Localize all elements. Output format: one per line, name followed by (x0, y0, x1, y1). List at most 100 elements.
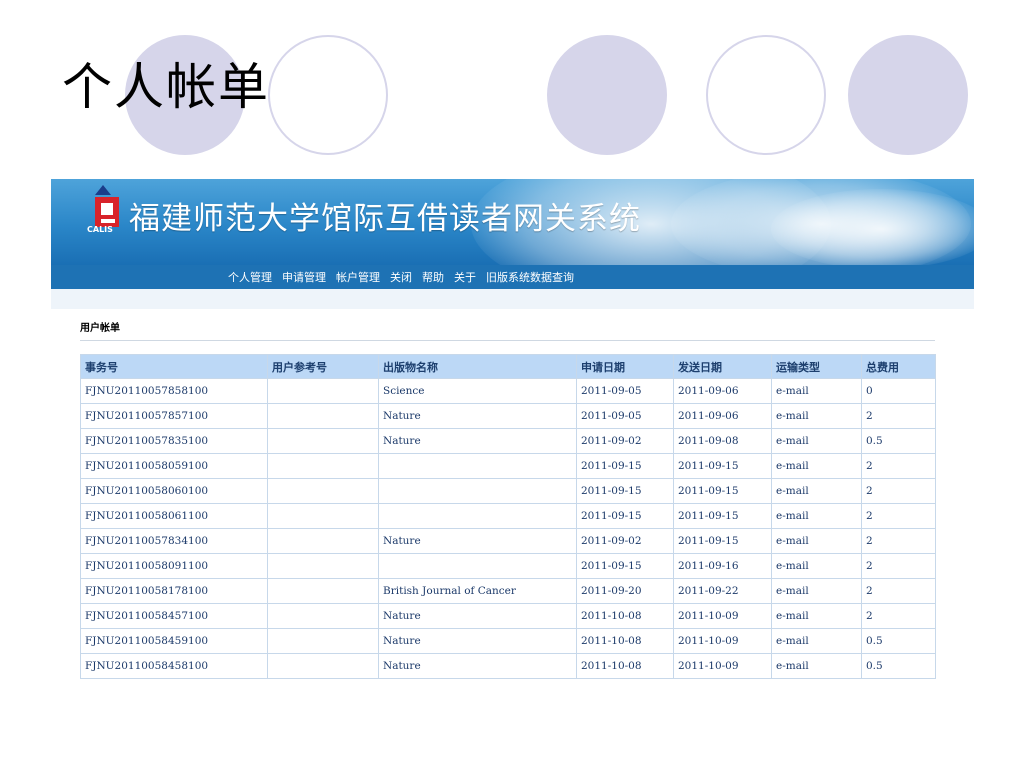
nav-account-management[interactable]: 帐户管理 (336, 269, 380, 285)
table-row[interactable]: FJNU20110057858100 Science 2011-09-05 2011-… (80, 378, 936, 404)
table-row[interactable]: FJNU20110058459100 Nature 2011-10-08 2011-1… (80, 628, 936, 654)
nav-request-management[interactable]: 申请管理 (282, 269, 326, 285)
user-reference-cell (267, 528, 379, 554)
request-date-cell: 2011-09-20 (576, 578, 674, 604)
delivery-type-cell: e-mail (771, 578, 862, 604)
table-row[interactable]: FJNU20110058458100 Nature 2011-10-08 2011-1… (80, 653, 936, 679)
user-reference-cell (267, 603, 379, 629)
request-date-cell: 2011-09-15 (576, 453, 674, 479)
nav-help[interactable]: 帮助 (422, 269, 444, 285)
send-date-cell: 2011-09-15 (673, 528, 772, 554)
user-reference-cell (267, 378, 379, 404)
publication-name-cell: British Journal of Cancer (378, 578, 577, 604)
table-row[interactable]: FJNU20110057834100 Nature 2011-09-02 2011-0… (80, 528, 936, 554)
bill-table-body: FJNU20110057858100 Science 2011-09-05 2011-… (80, 378, 936, 679)
publication-name-cell (378, 453, 577, 479)
transaction-id-cell: FJNU20110058459100 (80, 628, 268, 654)
table-row[interactable]: FJNU20110058059100 2011-09-15 2011-09-15 e-… (80, 453, 936, 479)
decorative-circle-filled (848, 35, 968, 155)
table-row[interactable]: FJNU20110058061100 2011-09-15 2011-09-15 e-… (80, 503, 936, 529)
user-reference-cell (267, 628, 379, 654)
delivery-type-cell: e-mail (771, 653, 862, 679)
user-reference-cell (267, 578, 379, 604)
transaction-id-cell: FJNU20110057857100 (80, 403, 268, 429)
publication-name-cell (378, 553, 577, 579)
send-date-cell: 2011-10-09 (673, 603, 772, 629)
transaction-id-cell: FJNU20110057834100 (80, 528, 268, 554)
user-reference-cell (267, 403, 379, 429)
transaction-id-cell: FJNU20110058457100 (80, 603, 268, 629)
publication-name-cell: Science (378, 378, 577, 404)
nav-close[interactable]: 关闭 (390, 269, 412, 285)
table-header-row: 事务号 用户参考号 出版物名称 申请日期 发送日期 运输类型 总费用 (80, 354, 936, 379)
user-reference-cell (267, 553, 379, 579)
column-header-request-date: 申请日期 (576, 354, 674, 379)
total-fee-cell: 2 (861, 478, 936, 504)
table-row[interactable]: FJNU20110058091100 2011-09-15 2011-09-16 e-… (80, 553, 936, 579)
total-fee-cell: 0.5 (861, 628, 936, 654)
delivery-type-cell: e-mail (771, 628, 862, 654)
transaction-id-cell: FJNU20110058178100 (80, 578, 268, 604)
send-date-cell: 2011-09-08 (673, 428, 772, 454)
send-date-cell: 2011-09-16 (673, 553, 772, 579)
delivery-type-cell: e-mail (771, 503, 862, 529)
send-date-cell: 2011-09-22 (673, 578, 772, 604)
table-row[interactable]: FJNU20110058457100 Nature 2011-10-08 2011-1… (80, 603, 936, 629)
total-fee-cell: 2 (861, 528, 936, 554)
transaction-id-cell: FJNU20110057858100 (80, 378, 268, 404)
delivery-type-cell: e-mail (771, 553, 862, 579)
delivery-type-cell: e-mail (771, 378, 862, 404)
transaction-id-cell: FJNU20110058059100 (80, 453, 268, 479)
total-fee-cell: 2 (861, 453, 936, 479)
column-header-publication-name: 出版物名称 (378, 354, 577, 379)
publication-name-cell: Nature (378, 403, 577, 429)
total-fee-cell: 2 (861, 553, 936, 579)
total-fee-cell: 2 (861, 503, 936, 529)
request-date-cell: 2011-09-15 (576, 553, 674, 579)
table-row[interactable]: FJNU20110057857100 Nature 2011-09-05 2011-0… (80, 403, 936, 429)
system-title: 福建师范大学馆际互借读者网关系统 (129, 201, 641, 237)
transaction-id-cell: FJNU20110057835100 (80, 428, 268, 454)
publication-name-cell: Nature (378, 528, 577, 554)
delivery-type-cell: e-mail (771, 603, 862, 629)
send-date-cell: 2011-10-09 (673, 628, 772, 654)
app-screenshot: CALIS 福建师范大学馆际互借读者网关系统 个人管理 申请管理 帐户管理 关闭… (51, 179, 974, 689)
column-header-transaction-id: 事务号 (80, 354, 268, 379)
table-row[interactable]: FJNU20110058060100 2011-09-15 2011-09-15 e-… (80, 478, 936, 504)
transaction-id-cell: FJNU20110058091100 (80, 553, 268, 579)
total-fee-cell: 2 (861, 578, 936, 604)
request-date-cell: 2011-09-05 (576, 403, 674, 429)
table-row[interactable]: FJNU20110057835100 Nature 2011-09-02 2011-0… (80, 428, 936, 454)
user-reference-cell (267, 453, 379, 479)
send-date-cell: 2011-10-09 (673, 653, 772, 679)
publication-name-cell: Nature (378, 653, 577, 679)
request-date-cell: 2011-10-08 (576, 653, 674, 679)
nav-bar: 个人管理 申请管理 帐户管理 关闭 帮助 关于 旧版系统数据查询 (51, 265, 974, 289)
nav-about[interactable]: 关于 (454, 269, 476, 285)
total-fee-cell: 2 (861, 603, 936, 629)
table-row[interactable]: FJNU20110058178100 British Journal of Can… (80, 578, 936, 604)
publication-name-cell (378, 478, 577, 504)
logo-text: CALIS (87, 225, 113, 234)
sub-bar (51, 289, 974, 309)
publication-name-cell: Nature (378, 428, 577, 454)
section-divider (80, 340, 935, 341)
delivery-type-cell: e-mail (771, 428, 862, 454)
column-header-total-fee: 总费用 (861, 354, 936, 379)
send-date-cell: 2011-09-15 (673, 478, 772, 504)
nav-personal-management[interactable]: 个人管理 (228, 269, 272, 285)
section-title: 用户帐单 (80, 323, 120, 334)
transaction-id-cell: FJNU20110058061100 (80, 503, 268, 529)
send-date-cell: 2011-09-15 (673, 503, 772, 529)
decorative-circle-outline (268, 35, 388, 155)
request-date-cell: 2011-10-08 (576, 628, 674, 654)
nav-legacy-data-query[interactable]: 旧版系统数据查询 (486, 269, 574, 285)
slide-title: 个人帐单 (62, 58, 270, 116)
column-header-send-date: 发送日期 (673, 354, 772, 379)
user-reference-cell (267, 428, 379, 454)
send-date-cell: 2011-09-06 (673, 403, 772, 429)
request-date-cell: 2011-09-05 (576, 378, 674, 404)
request-date-cell: 2011-10-08 (576, 603, 674, 629)
transaction-id-cell: FJNU20110058060100 (80, 478, 268, 504)
user-reference-cell (267, 653, 379, 679)
